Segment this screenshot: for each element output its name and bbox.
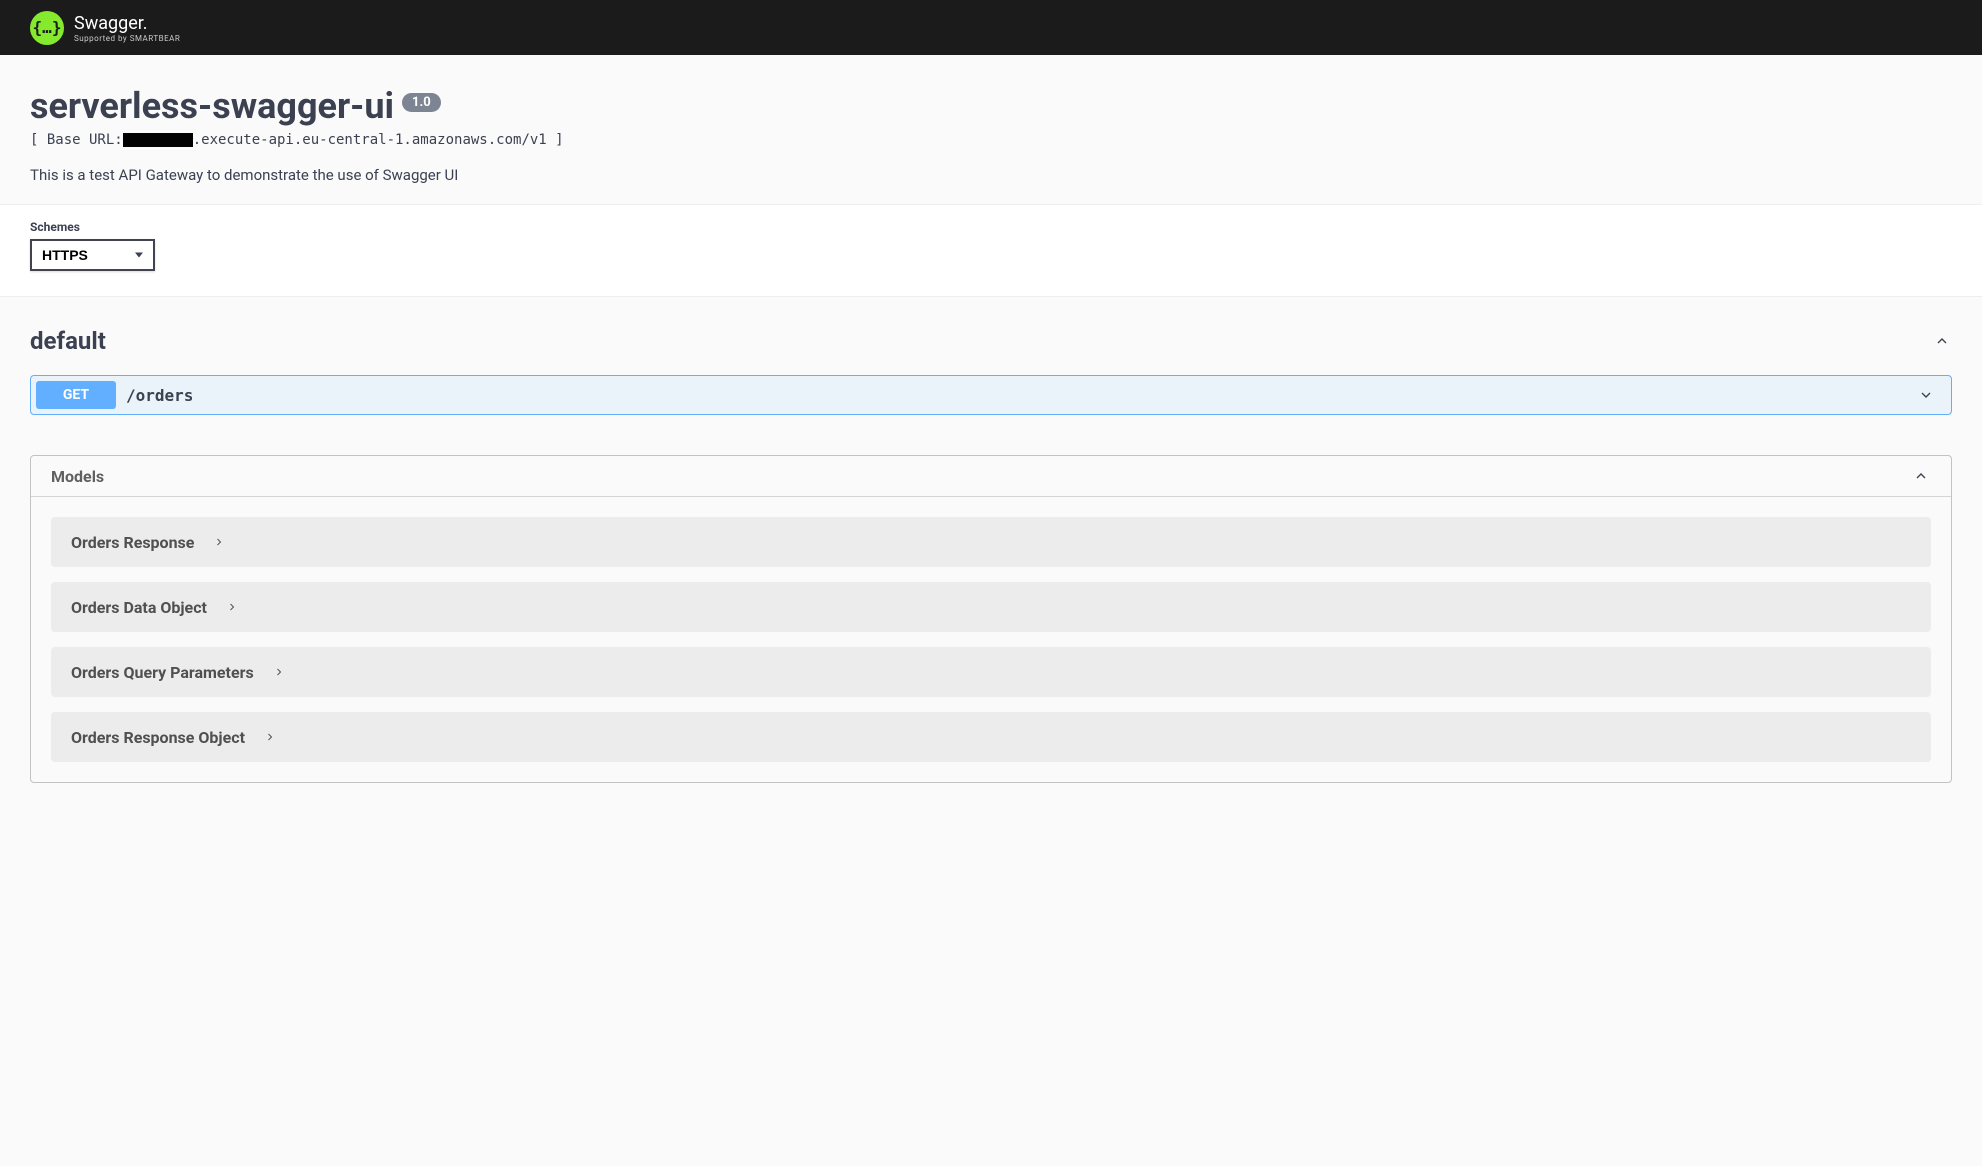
schemes-label: Schemes (30, 220, 1952, 234)
chevron-right-icon (209, 532, 229, 552)
chevron-up-icon (1911, 466, 1931, 486)
logo-text-main: Swagger. (74, 13, 180, 34)
model-name: Orders Query Parameters (71, 663, 254, 682)
models-title: Models (51, 467, 104, 486)
schemes-select-wrapper: HTTPS (30, 239, 155, 271)
chevron-down-icon (1916, 385, 1936, 405)
logo-text: Swagger. Supported by SMARTBEAR (74, 13, 180, 43)
schemes-select[interactable]: HTTPS (30, 239, 155, 271)
model-name: Orders Response Object (71, 728, 245, 747)
api-description: This is a test API Gateway to demonstrat… (30, 166, 1952, 184)
model-name: Orders Data Object (71, 598, 207, 617)
topbar: {…} Swagger. Supported by SMARTBEAR (0, 0, 1982, 55)
operation-path: /orders (126, 386, 193, 405)
api-title: serverless-swagger-ui (30, 85, 394, 127)
info-section: serverless-swagger-ui 1.0 [ Base URL: .e… (0, 55, 1982, 204)
models-body: Orders Response Orders Data Object Order… (31, 497, 1951, 782)
operation-get-orders[interactable]: GET /orders (30, 375, 1952, 415)
swagger-logo[interactable]: {…} Swagger. Supported by SMARTBEAR (30, 11, 180, 45)
model-item[interactable]: Orders Response (51, 517, 1931, 567)
models-header[interactable]: Models (31, 456, 1951, 497)
chevron-right-icon (222, 597, 242, 617)
base-url-prefix: [ Base URL: (30, 132, 123, 148)
schemes-section: Schemes HTTPS (0, 204, 1982, 297)
operation-left: GET /orders (36, 381, 193, 409)
title-row: serverless-swagger-ui 1.0 (30, 85, 1952, 127)
tag-name: default (30, 327, 106, 355)
base-url-suffix: .execute-api.eu-central-1.amazonaws.com/… (193, 132, 564, 148)
chevron-up-icon (1932, 331, 1952, 351)
tag-header[interactable]: default (30, 317, 1952, 365)
base-url-redacted (123, 133, 193, 147)
version-badge: 1.0 (402, 93, 441, 112)
logo-text-sub: Supported by SMARTBEAR (74, 34, 180, 43)
method-badge: GET (36, 381, 116, 409)
swagger-logo-icon: {…} (30, 11, 64, 45)
model-item[interactable]: Orders Response Object (51, 712, 1931, 762)
chevron-right-icon (260, 727, 280, 747)
base-url: [ Base URL: .execute-api.eu-central-1.am… (30, 132, 1952, 148)
model-item[interactable]: Orders Data Object (51, 582, 1931, 632)
models-section: Models Orders Response Orders Data Objec… (30, 455, 1952, 783)
chevron-right-icon (269, 662, 289, 682)
operations-section: default GET /orders (0, 297, 1982, 435)
model-item[interactable]: Orders Query Parameters (51, 647, 1931, 697)
model-name: Orders Response (71, 533, 194, 552)
